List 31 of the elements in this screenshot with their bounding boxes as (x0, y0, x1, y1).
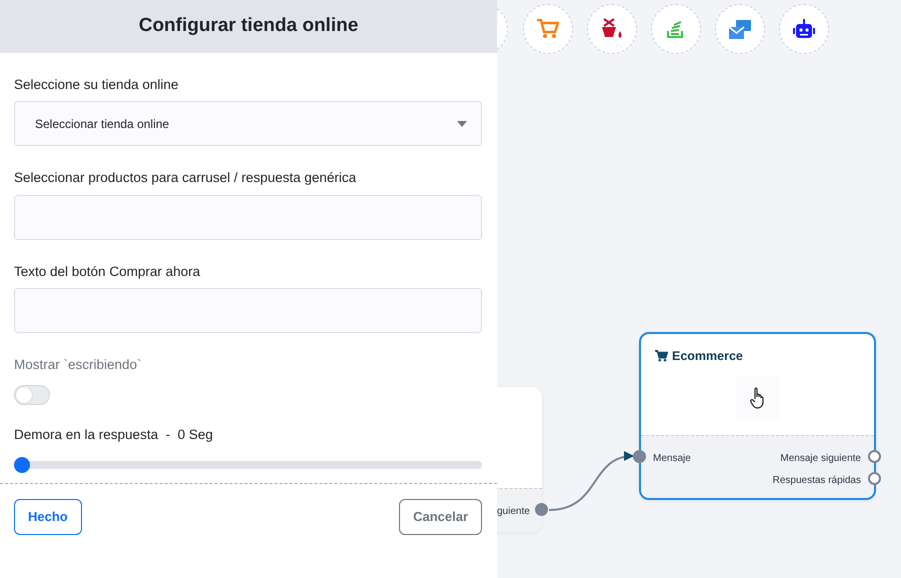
output-port[interactable] (868, 450, 881, 463)
field-label: Demora en la respuesta - 0 Seg (14, 426, 213, 444)
cart-icon (537, 19, 559, 39)
tool-button[interactable] (587, 4, 637, 54)
field-label: Texto del botón Comprar ahora (14, 262, 200, 281)
port-label: Mensaje siguiente (780, 452, 861, 466)
node-title: Ecommerce (672, 348, 743, 365)
input-field[interactable] (14, 288, 482, 333)
done-button[interactable]: Hecho (14, 499, 82, 535)
tool-button[interactable] (715, 4, 765, 54)
port-label: Respuestas rápidas (772, 474, 861, 488)
caret-icon (457, 120, 467, 127)
field-label: Mostrar `escribiendo` (14, 356, 142, 374)
output-port[interactable] (868, 472, 881, 485)
tool-button[interactable] (779, 4, 829, 54)
store-select[interactable]: Seleccionar tienda online (14, 101, 482, 146)
stack-icon (666, 19, 686, 39)
cart-icon (655, 350, 668, 362)
envelope-icon (728, 18, 752, 40)
output-port[interactable] (535, 503, 548, 516)
port-label: guiente (497, 505, 530, 519)
input-field[interactable] (14, 194, 482, 240)
robot-icon (792, 18, 816, 40)
port-label: Mensaje (653, 452, 691, 466)
slider-thumb[interactable] (14, 457, 30, 474)
panel-title: Configurar tienda online (138, 15, 358, 38)
cancel-button[interactable]: Cancelar (399, 499, 482, 535)
input-port[interactable] (633, 450, 646, 463)
field-label: Seleccionar productos para carrusel / respuesta genérica (14, 169, 356, 188)
field-label: Seleccione su tienda online (14, 76, 178, 94)
toggle-switch[interactable] (14, 385, 50, 405)
